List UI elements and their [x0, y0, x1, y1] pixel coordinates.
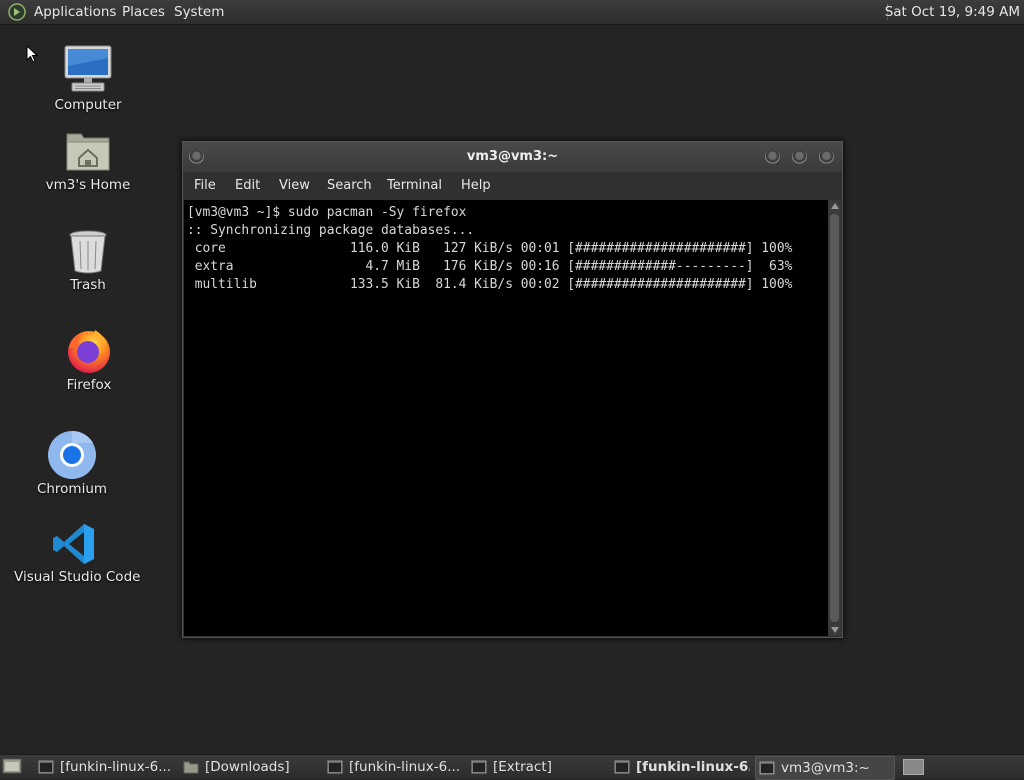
desktop-icon-label: Trash [70, 277, 106, 293]
bottom-taskbar: [funkin-linux-6... [Downloads] [funkin-l… [0, 754, 1024, 780]
firefox-icon [68, 330, 110, 373]
desktop-icon-home[interactable]: vm3's Home [38, 126, 138, 196]
scrollbar-thumb[interactable] [830, 214, 839, 622]
terminal-icon [614, 760, 630, 774]
window-titlebar[interactable]: vm3@vm3:~ [183, 142, 842, 172]
desktop-icon-label: Chromium [36, 481, 108, 497]
desktop-icon-label: Visual Studio Code [14, 569, 141, 585]
menu-file[interactable]: File [194, 172, 216, 200]
taskbar-item-label: [funkin-linux-6... [60, 759, 172, 775]
maximize-icon[interactable] [792, 149, 807, 164]
workspace-switcher[interactable] [903, 759, 924, 775]
desktop-icon-computer[interactable]: Computer [38, 44, 138, 116]
system-menu[interactable]: System [174, 0, 224, 24]
taskbar-item[interactable]: [Extract] [471, 756, 601, 778]
terminal-line: [vm3@vm3 ~]$ sudo pacman -Sy firefox [187, 205, 467, 220]
applications-logo-icon[interactable] [8, 3, 26, 21]
terminal-output[interactable]: [vm3@vm3 ~]$ sudo pacman -Sy firefox :: … [184, 200, 828, 636]
taskbar-item[interactable]: [funkin-linux-6... [327, 756, 463, 778]
mouse-cursor-icon [26, 45, 38, 63]
clock[interactable]: Sat Oct 19, 9:49 AM [885, 0, 1020, 24]
applications-menu[interactable]: Applications [34, 0, 116, 24]
vscode-icon [53, 524, 94, 564]
menu-edit[interactable]: Edit [235, 172, 260, 200]
terminal-line: extra 4.7 MiB 176 KiB/s 00:16 [#########… [187, 259, 793, 274]
taskbar-item-active[interactable]: vm3@vm3:~ [755, 756, 895, 780]
taskbar-item[interactable]: [funkin-linux-6... [614, 756, 750, 778]
places-menu[interactable]: Places [122, 0, 165, 24]
terminal-text: [vm3@vm3 ~]$ sudo pacman -Sy firefox :: … [184, 200, 828, 294]
window-title: vm3@vm3:~ [466, 149, 559, 164]
menu-view[interactable]: View [279, 172, 310, 200]
desktop-icon-label: Firefox [66, 377, 112, 393]
close-icon[interactable] [819, 149, 834, 164]
taskbar-item[interactable]: [Downloads] [183, 756, 313, 778]
desktop-icon-label: vm3's Home [45, 177, 131, 193]
folder-icon [183, 761, 199, 774]
menu-help[interactable]: Help [461, 172, 491, 200]
terminal-scrollbar[interactable] [828, 200, 841, 636]
desktop-icon-trash[interactable]: Trash [38, 226, 138, 296]
home-folder-icon [66, 133, 110, 171]
terminal-menubar: File Edit View Search Terminal Help [183, 172, 842, 200]
taskbar-item-label: vm3@vm3:~ [781, 760, 870, 776]
taskbar-item-label: [funkin-linux-6... [349, 759, 461, 775]
taskbar-item-label: [funkin-linux-6... [636, 759, 750, 775]
terminal-line: core 116.0 KiB 127 KiB/s 00:01 [########… [187, 241, 793, 256]
terminal-icon [327, 760, 343, 774]
desktop-icon-firefox[interactable]: Firefox [39, 326, 139, 396]
terminal-window: vm3@vm3:~ File Edit View Search Terminal… [182, 141, 843, 638]
minimize-icon[interactable] [765, 149, 780, 164]
desktop-icon-label: Computer [54, 97, 122, 113]
trash-icon [69, 230, 107, 274]
menu-terminal[interactable]: Terminal [387, 172, 442, 200]
terminal-icon [759, 761, 775, 775]
terminal-line: multilib 133.5 KiB 81.4 KiB/s 00:02 [###… [187, 277, 793, 292]
computer-icon [64, 45, 112, 92]
desktop-icon-vscode[interactable]: Visual Studio Code [14, 520, 141, 588]
taskbar-item-label: [Downloads] [205, 759, 290, 775]
scroll-up-icon[interactable] [831, 203, 839, 209]
taskbar-item-label: [Extract] [493, 759, 552, 775]
top-panel: Applications Places System Sat Oct 19, 9… [0, 0, 1024, 25]
terminal-icon [38, 760, 54, 774]
terminal-icon [471, 760, 487, 774]
desktop-icon-chromium[interactable]: Chromium [22, 430, 122, 500]
menu-search[interactable]: Search [327, 172, 372, 200]
scroll-down-icon[interactable] [831, 627, 839, 633]
chromium-icon [48, 430, 96, 479]
terminal-line: :: Synchronizing package databases... [187, 223, 475, 238]
show-desktop-icon[interactable] [2, 758, 22, 775]
taskbar-item[interactable]: [funkin-linux-6... [38, 756, 174, 778]
